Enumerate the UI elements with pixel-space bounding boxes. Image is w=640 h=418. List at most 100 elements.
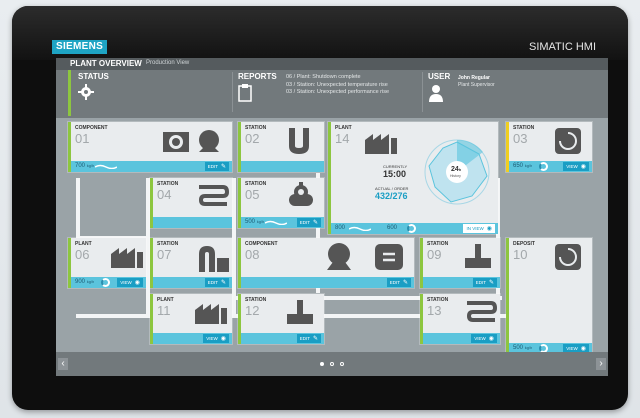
model-label: SIMATIC HMI: [528, 41, 596, 53]
pipe: [76, 178, 80, 238]
card-number: 03: [513, 131, 528, 146]
wave-icon: [265, 220, 287, 225]
user-role: Plant Supervisor: [458, 82, 495, 88]
card-plant-06[interactable]: PLANT 06 900 kg/h VIEW ◉: [68, 238, 146, 288]
edit-button[interactable]: EDIT ✎: [204, 278, 229, 287]
gauge-icon: [539, 162, 548, 171]
card-value: 500 kg/h: [513, 345, 533, 351]
tap-icon: [465, 244, 491, 268]
card-footer: VIEW ◉: [153, 333, 232, 344]
card-footer: 650 kg/h VIEW ◉: [509, 161, 592, 172]
card-footer: VIEW ◉: [423, 333, 500, 344]
card-station-05[interactable]: STATION 05 500 kg/h EDIT ✎: [238, 178, 324, 228]
user-icon[interactable]: [428, 84, 444, 102]
report-item[interactable]: 03 / Station: Unexpected performance ris…: [286, 89, 389, 97]
card-footer: EDIT ✎: [241, 277, 414, 288]
card-footer: EDIT ✎: [153, 277, 232, 288]
card-footer: 500 kg/h EDIT ✎: [241, 217, 324, 228]
card-value: 800: [335, 225, 346, 231]
device-bezel-top: SIEMENS SIMATIC HMI: [12, 6, 628, 60]
card-footer: 700 kg/h EDIT ✎: [71, 161, 232, 172]
gear-icon[interactable]: [78, 84, 94, 100]
page-dot-active[interactable]: [320, 362, 324, 366]
user-info: John Regular Plant Supervisor: [458, 75, 495, 89]
plant-grid: COMPONENT 01 700 kg/h EDIT✎ STATION 02: [56, 118, 608, 354]
card-value: 900 kg/h: [75, 279, 95, 285]
current-time: 15:00: [383, 169, 407, 179]
hmi-screen: PLANT OVERVIEW Production View STATUS RE…: [56, 58, 608, 376]
recycle-icon: [555, 244, 581, 270]
reports-list[interactable]: 06 / Plant: Shutdown complete 03 / Stati…: [286, 74, 389, 97]
gauge-icon: [407, 224, 416, 233]
card-footer: [153, 217, 232, 228]
brand-logo: SIEMENS: [52, 40, 108, 54]
card-station-12[interactable]: STATION 12 EDIT ✎: [238, 294, 324, 344]
card-station-03[interactable]: STATION 03 650 kg/h VIEW ◉: [506, 122, 592, 172]
pump-icon: [199, 246, 229, 272]
header-panel: PLANT OVERVIEW Production View STATUS RE…: [56, 58, 608, 118]
view-button[interactable]: VIEW ◉: [117, 278, 143, 287]
view-button[interactable]: VIEW ◉: [203, 334, 229, 343]
pipe-u-icon: [289, 128, 309, 154]
reports-label: REPORTS: [238, 72, 277, 81]
factory-icon: [195, 304, 227, 324]
edit-button[interactable]: EDIT ✎: [296, 218, 321, 227]
card-number: 06: [75, 247, 90, 262]
card-number: 13: [427, 303, 442, 318]
card-plant-14[interactable]: PLANT 14 CURRENTLY 15:00 ACTUAL / ORDER …: [328, 122, 498, 234]
valve-icon: [289, 182, 313, 206]
wave-icon: [349, 226, 371, 231]
recycle-icon: [555, 128, 581, 154]
next-arrow-icon[interactable]: ›: [596, 358, 606, 370]
wave-icon: [95, 164, 117, 169]
card-deposit-10[interactable]: DEPOSIT 10 500 kg/h VIEW ◉: [506, 238, 592, 354]
hmi-device: SIEMENS SIMATIC HMI PLANT OVERVIEW Produ…: [12, 6, 628, 410]
compressor-icon: [327, 243, 403, 270]
dial-sub: History: [450, 174, 461, 178]
divider: [422, 72, 423, 112]
card-number: 07: [157, 247, 172, 262]
page-dot[interactable]: [340, 362, 344, 366]
tap-icon: [287, 300, 313, 324]
card-footer: [241, 161, 324, 172]
view-button[interactable]: VIEW ◉: [471, 334, 497, 343]
card-value: 600: [387, 225, 398, 231]
card-footer: EDIT ✎: [423, 277, 500, 288]
view-button[interactable]: VIEW ◉: [563, 162, 589, 171]
edit-button[interactable]: EDIT ✎: [296, 334, 321, 343]
bottom-nav: ‹ ›: [56, 352, 608, 376]
dial-value: 24h: [451, 166, 462, 173]
edit-button[interactable]: EDIT ✎: [472, 278, 497, 287]
card-plant-11[interactable]: PLANT 11 VIEW ◉: [150, 294, 232, 344]
card-number: 02: [245, 131, 260, 146]
card-station-13[interactable]: STATION 13 VIEW ◉: [420, 294, 500, 344]
card-station-09[interactable]: STATION 09 EDIT ✎: [420, 238, 500, 288]
clipboard-icon[interactable]: [238, 84, 252, 102]
page-title: PLANT OVERVIEW: [70, 59, 142, 68]
prev-arrow-icon[interactable]: ‹: [58, 358, 68, 370]
card-station-07[interactable]: STATION 07 EDIT ✎: [150, 238, 232, 288]
page-dot[interactable]: [330, 362, 334, 366]
edit-button[interactable]: EDIT ✎: [386, 278, 411, 287]
in-view-button[interactable]: IN VIEW ◉: [463, 224, 495, 233]
user-label: USER: [428, 72, 451, 81]
actual-value: 432/276: [375, 191, 408, 201]
card-number: 09: [427, 247, 442, 262]
card-number: 08: [245, 247, 260, 262]
mixer-icon: [163, 130, 219, 152]
report-item[interactable]: 06 / Plant: Shutdown complete: [286, 74, 389, 82]
card-value: 500 kg/h: [245, 219, 265, 225]
coil-icon: [198, 185, 229, 206]
edit-button[interactable]: EDIT ✎: [204, 162, 229, 171]
page-subtitle: Production View: [146, 60, 190, 66]
card-component-08[interactable]: COMPONENT 08 EDIT ✎: [238, 238, 414, 288]
card-station-02[interactable]: STATION 02: [238, 122, 324, 172]
card-footer: 800 600 IN VIEW ◉: [331, 223, 498, 234]
status-label: STATUS: [78, 72, 109, 81]
report-item[interactable]: 03 / Station: Unexpected temperature ris…: [286, 82, 389, 90]
card-station-04[interactable]: STATION 04: [150, 178, 232, 228]
status-indicator: [68, 70, 71, 116]
card-component-01[interactable]: COMPONENT 01 700 kg/h EDIT ✎: [68, 122, 232, 172]
card-number: 04: [157, 187, 172, 202]
card-value: 650 kg/h: [513, 163, 533, 169]
